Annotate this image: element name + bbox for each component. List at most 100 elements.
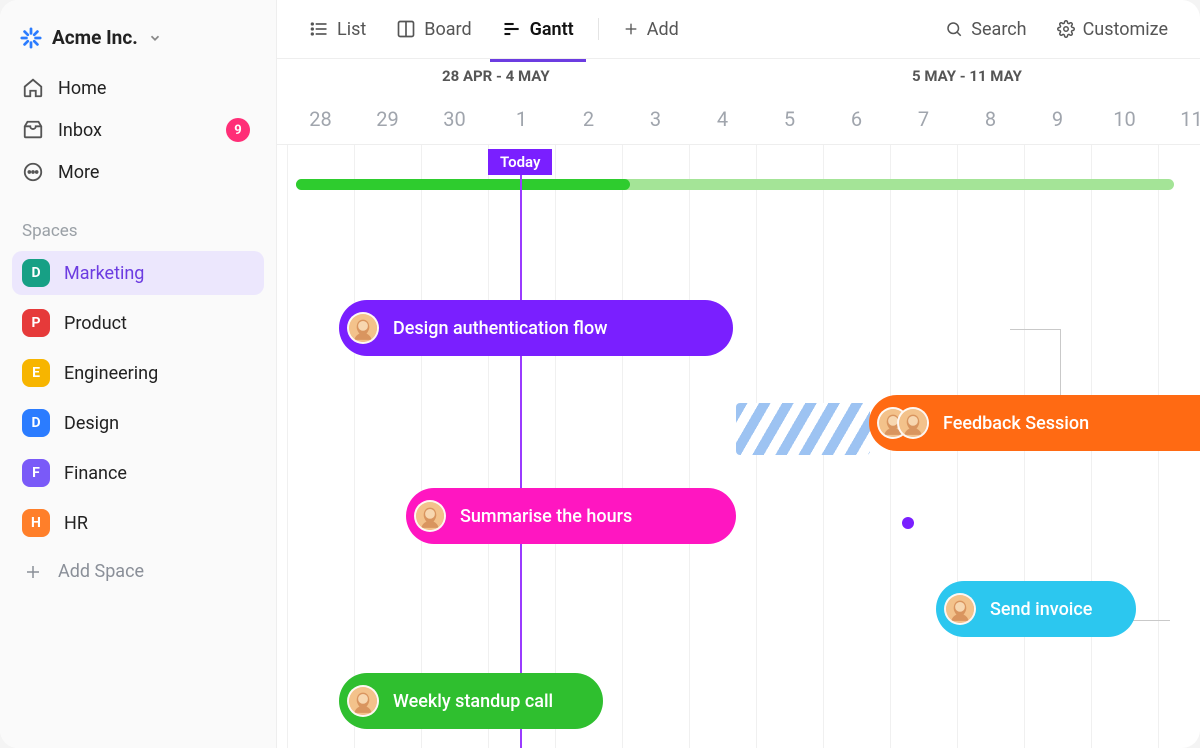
- milestone-dot[interactable]: [902, 517, 914, 529]
- space-chip: D: [22, 409, 50, 437]
- board-icon: [396, 19, 416, 39]
- task-bar[interactable]: Weekly standup call: [339, 673, 603, 729]
- day-header[interactable]: 11: [1158, 107, 1200, 131]
- view-label: Gantt: [530, 19, 574, 40]
- gantt-area[interactable]: 28 APR - 4 MAY5 MAY - 11 MAY 28293012345…: [277, 59, 1200, 748]
- task-label: Weekly standup call: [393, 691, 553, 712]
- day-header[interactable]: 9: [1024, 107, 1091, 131]
- space-chip: P: [22, 309, 50, 337]
- day-header[interactable]: 1: [488, 107, 555, 131]
- view-gantt[interactable]: Gantt: [490, 11, 586, 48]
- workspace-name: Acme Inc.: [52, 26, 138, 49]
- space-label: Engineering: [64, 363, 158, 384]
- nav-label: Inbox: [58, 120, 102, 141]
- nav-inbox[interactable]: Inbox 9: [12, 109, 264, 151]
- task-bar[interactable]: Design authentication flow: [339, 300, 733, 356]
- days-row: 2829301234567891011: [277, 93, 1200, 145]
- task-bar[interactable]: Send invoice: [936, 581, 1136, 637]
- period-label: 5 MAY - 11 MAY: [912, 67, 1022, 85]
- avatar-stack: [877, 407, 929, 439]
- search-icon: [945, 20, 963, 38]
- search-button[interactable]: Search: [933, 11, 1038, 48]
- inbox-icon: [22, 119, 44, 141]
- day-header[interactable]: 29: [354, 107, 421, 131]
- period-row: 28 APR - 4 MAY5 MAY - 11 MAY: [277, 59, 1200, 93]
- logo-icon: [20, 27, 42, 49]
- app-window: Acme Inc. Home Inbox 9 More Spaces DMar: [0, 0, 1200, 748]
- avatar-stack: [414, 500, 446, 532]
- inbox-badge: 9: [226, 118, 250, 142]
- avatar-stack: [347, 685, 379, 717]
- gear-icon: [1057, 20, 1075, 38]
- day-header[interactable]: 7: [890, 107, 957, 131]
- add-view-label: Add: [647, 19, 679, 40]
- gantt-icon: [502, 19, 522, 39]
- plus-icon: [22, 563, 44, 581]
- nav-home[interactable]: Home: [12, 67, 264, 109]
- dependency-line: [1010, 329, 1060, 330]
- avatar: [347, 312, 379, 344]
- sidebar-space-item[interactable]: D Marketing: [12, 251, 264, 295]
- add-view-button[interactable]: Add: [611, 11, 691, 48]
- topbar: List Board Gantt Add Search Cus: [277, 0, 1200, 59]
- buffer-block: [736, 403, 870, 455]
- space-chip: E: [22, 359, 50, 387]
- space-chip: D: [22, 259, 50, 287]
- day-header[interactable]: 2: [555, 107, 622, 131]
- progress-fill: [296, 179, 630, 190]
- home-icon: [22, 77, 44, 99]
- customize-button[interactable]: Customize: [1045, 11, 1180, 48]
- sidebar-space-item[interactable]: D Design: [12, 401, 264, 445]
- sidebar-space-item[interactable]: PProduct: [12, 301, 264, 345]
- add-space-label: Add Space: [58, 561, 144, 582]
- space-chip: F: [22, 459, 50, 487]
- avatar: [347, 685, 379, 717]
- nav-label: More: [58, 162, 99, 183]
- space-label: Marketing: [64, 263, 144, 284]
- space-chip: H: [22, 509, 50, 537]
- spaces-list: D Marketing PProduct E Engineering D Design F Fi…: [12, 251, 264, 551]
- sidebar-space-item[interactable]: H HR: [12, 501, 264, 545]
- divider: [598, 18, 599, 40]
- avatar-stack: [944, 593, 976, 625]
- day-header[interactable]: 4: [689, 107, 756, 131]
- task-label: Feedback Session: [943, 413, 1089, 434]
- task-label: Send invoice: [990, 599, 1092, 620]
- plus-icon: [623, 21, 639, 37]
- sidebar-space-item[interactable]: E Engineering: [12, 351, 264, 395]
- today-line: [520, 174, 522, 748]
- day-header[interactable]: 30: [421, 107, 488, 131]
- day-header[interactable]: 5: [756, 107, 823, 131]
- task-bar[interactable]: Summarise the hours: [406, 488, 736, 544]
- day-header[interactable]: 10: [1091, 107, 1158, 131]
- task-bar[interactable]: Feedback Session: [869, 395, 1200, 451]
- day-header[interactable]: 3: [622, 107, 689, 131]
- task-label: Summarise the hours: [460, 506, 632, 527]
- day-header[interactable]: 8: [957, 107, 1024, 131]
- sidebar-space-item[interactable]: F Finance: [12, 451, 264, 495]
- avatar: [944, 593, 976, 625]
- space-label: Design: [64, 413, 119, 434]
- space-label: HR: [64, 513, 88, 534]
- list-icon: [309, 19, 329, 39]
- search-label: Search: [971, 19, 1026, 40]
- sidebar: Acme Inc. Home Inbox 9 More Spaces DMar: [0, 0, 277, 748]
- space-label: Finance: [64, 463, 127, 484]
- workspace-switcher[interactable]: Acme Inc.: [12, 20, 264, 67]
- main-content: List Board Gantt Add Search Cus: [277, 0, 1200, 748]
- nav-more[interactable]: More: [12, 151, 264, 193]
- more-icon: [22, 161, 44, 183]
- add-space-button[interactable]: Add Space: [12, 551, 264, 592]
- view-list[interactable]: List: [297, 11, 378, 48]
- progress-track: [296, 179, 1174, 190]
- view-board[interactable]: Board: [384, 11, 483, 48]
- avatar-stack: [347, 312, 379, 344]
- view-label: List: [337, 19, 366, 40]
- day-header[interactable]: 28: [287, 107, 354, 131]
- nav-label: Home: [58, 78, 106, 99]
- task-label: Design authentication flow: [393, 318, 608, 339]
- view-label: Board: [424, 19, 471, 40]
- avatar: [414, 500, 446, 532]
- today-marker[interactable]: Today: [488, 149, 552, 175]
- day-header[interactable]: 6: [823, 107, 890, 131]
